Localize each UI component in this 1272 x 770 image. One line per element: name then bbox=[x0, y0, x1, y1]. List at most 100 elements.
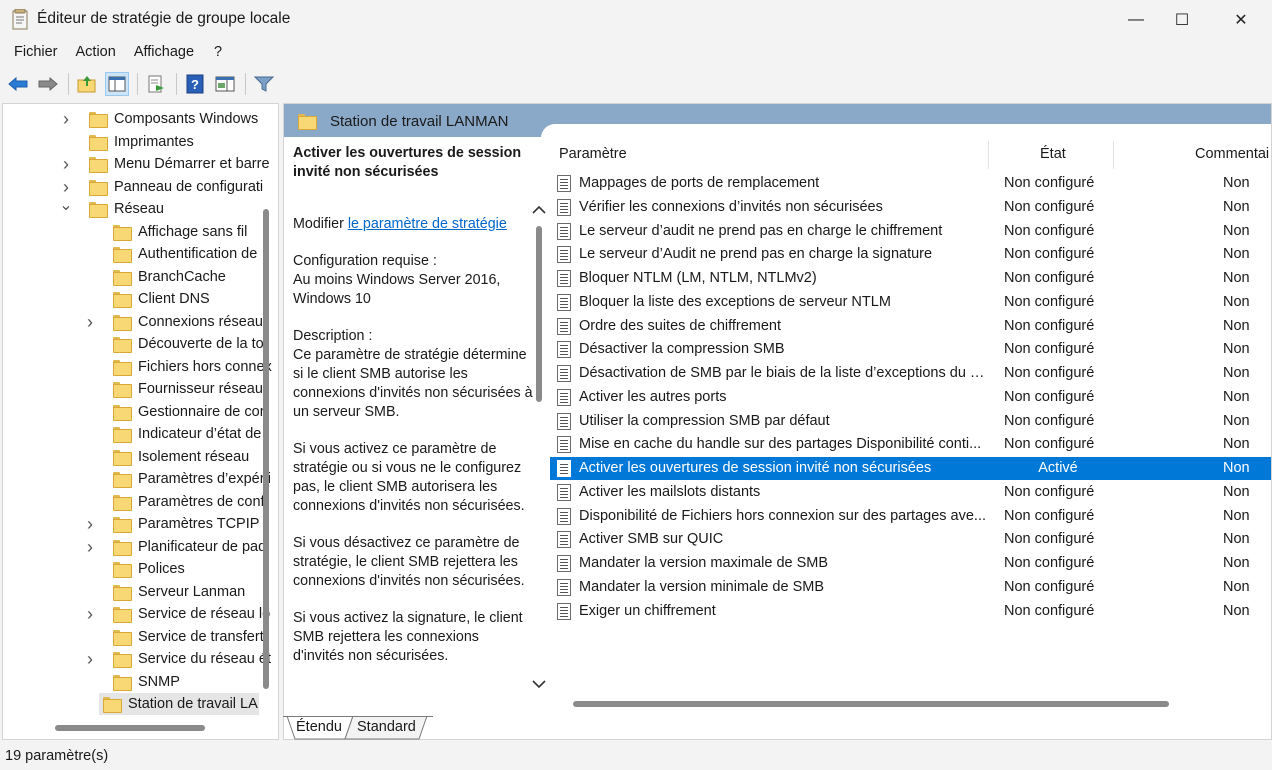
description-scrollbar-thumb[interactable] bbox=[536, 226, 542, 402]
chevron-right-icon[interactable]: › bbox=[83, 313, 97, 331]
edit-policy-line: Modifier le paramètre de stratégie bbox=[293, 215, 507, 232]
setting-row[interactable]: Ordre des suites de chiffrement Non confi… bbox=[550, 315, 1271, 338]
maximize-button[interactable]: ☐ bbox=[1159, 0, 1205, 40]
filter-button[interactable] bbox=[252, 72, 276, 96]
chevron-right-icon[interactable]: › bbox=[59, 155, 73, 173]
list-horizontal-scrollbar[interactable] bbox=[573, 701, 1169, 707]
tree-item[interactable]: Imprimantes bbox=[59, 131, 194, 153]
forward-button[interactable] bbox=[36, 72, 60, 96]
tree-item[interactable]: ⌄ Réseau bbox=[59, 198, 164, 220]
policy-setting-icon bbox=[557, 365, 571, 382]
setting-row[interactable]: Disponibilité de Fichiers hors connexion… bbox=[550, 505, 1271, 528]
chevron-right-icon[interactable]: › bbox=[83, 538, 97, 556]
menu-help[interactable]: ? bbox=[204, 42, 232, 66]
maximize-icon: ☐ bbox=[1174, 12, 1190, 29]
setting-row[interactable]: Activer les mailslots distants Non config… bbox=[550, 481, 1271, 504]
folder-icon bbox=[113, 247, 132, 263]
minimize-button[interactable]: — bbox=[1113, 0, 1159, 40]
up-folder-button[interactable] bbox=[75, 72, 99, 96]
close-button[interactable]: ✕ bbox=[1218, 0, 1264, 40]
tree-item[interactable]: Station de travail LA bbox=[99, 693, 259, 715]
show-hide-tree-button[interactable] bbox=[105, 72, 129, 96]
tree-item[interactable]: SNMP bbox=[83, 671, 180, 693]
tree-item[interactable]: Paramètres d’expérii bbox=[83, 468, 271, 490]
tree-item[interactable]: Fournisseur réseau bbox=[83, 378, 263, 400]
tree-pane[interactable]: › Composants Windows Imprimantes › Menu Déma… bbox=[2, 103, 279, 740]
details-header-title: Station de travail LANMAN bbox=[330, 113, 509, 130]
description-paragraph-4: Si vous activez la signature, le client … bbox=[293, 610, 523, 664]
column-separator[interactable] bbox=[988, 141, 989, 169]
tree-item[interactable]: Polices bbox=[83, 558, 185, 580]
help-button[interactable]: ? bbox=[183, 72, 207, 96]
column-separator[interactable] bbox=[1113, 141, 1114, 169]
folder-icon bbox=[113, 382, 132, 398]
filter-icon bbox=[254, 76, 274, 92]
setting-row[interactable]: Activer SMB sur QUIC Non configuré Non bbox=[550, 528, 1271, 551]
chevron-right-icon[interactable]: › bbox=[59, 110, 73, 128]
tree-item[interactable]: › Service du réseau ét bbox=[83, 648, 271, 670]
description-scroll-down-button[interactable] bbox=[531, 676, 547, 692]
menu-action[interactable]: Action bbox=[68, 42, 126, 66]
setting-row[interactable]: Activer les autres ports Non configuré Non bbox=[550, 386, 1271, 409]
tree-item[interactable]: Client DNS bbox=[83, 288, 210, 310]
tree-item[interactable]: Affichage sans fil bbox=[83, 221, 247, 243]
back-button[interactable] bbox=[6, 72, 30, 96]
setting-row[interactable]: Le serveur d’audit ne prend pas en charg… bbox=[550, 220, 1271, 243]
tab-standard[interactable]: Standard bbox=[357, 716, 416, 740]
tree-item[interactable]: › Menu Démarrer et barre bbox=[59, 153, 270, 175]
edit-policy-link[interactable]: le paramètre de stratégie bbox=[348, 216, 507, 232]
setting-row[interactable]: Vérifier les connexions d’invités non sé… bbox=[550, 196, 1271, 219]
tree-item[interactable]: › Service de réseau lo bbox=[83, 603, 270, 625]
tree-item-label: Imprimantes bbox=[114, 133, 194, 150]
setting-row[interactable]: Bloquer NTLM (LM, NTLM, NTLMv2) Non confi… bbox=[550, 267, 1271, 290]
setting-row[interactable]: Mandater la version maximale de SMB Non c… bbox=[550, 552, 1271, 575]
setting-row[interactable]: Utiliser la compression SMB par défaut No… bbox=[550, 410, 1271, 433]
tree-horizontal-scrollbar[interactable] bbox=[55, 725, 205, 731]
tree-item[interactable]: Serveur Lanman bbox=[83, 581, 245, 603]
column-header-setting[interactable]: Paramètre bbox=[559, 137, 627, 171]
tree-item[interactable]: › Planificateur de paq bbox=[83, 536, 266, 558]
show-hide-tree-icon bbox=[108, 76, 126, 92]
folder-icon bbox=[113, 517, 132, 533]
setting-row[interactable]: Mappages de ports de remplacement Non con… bbox=[550, 172, 1271, 195]
setting-row[interactable]: Bloquer la liste des exceptions de serve… bbox=[550, 291, 1271, 314]
column-header-comment[interactable]: Commentai bbox=[1195, 137, 1269, 171]
chevron-right-icon[interactable]: › bbox=[83, 650, 97, 668]
export-list-button[interactable] bbox=[144, 72, 168, 96]
tree-item[interactable]: Authentification de bbox=[83, 243, 257, 265]
menu-fichier[interactable]: Fichier bbox=[0, 42, 68, 66]
tree-item[interactable]: Gestionnaire de cor bbox=[83, 401, 265, 423]
properties-pane-button[interactable] bbox=[213, 72, 237, 96]
tree-item[interactable]: › Paramètres TCPIP bbox=[83, 513, 259, 535]
setting-row[interactable]: Mise en cache du handle sur des partages… bbox=[550, 433, 1271, 456]
menu-affichage[interactable]: Affichage bbox=[126, 42, 204, 66]
chevron-right-icon[interactable]: › bbox=[59, 178, 73, 196]
chevron-right-icon[interactable]: › bbox=[83, 605, 97, 623]
forward-arrow-icon bbox=[38, 76, 58, 92]
tree-item[interactable]: Paramètres de confi bbox=[83, 491, 268, 513]
settings-list[interactable]: Paramètre État Commentai Mappages de por… bbox=[550, 137, 1271, 702]
tree-item-label: Panneau de configurati bbox=[114, 178, 264, 195]
tree-item[interactable]: BranchCache bbox=[83, 266, 226, 288]
setting-row[interactable]: Désactiver la compression SMB Non configu… bbox=[550, 338, 1271, 361]
tree-item[interactable]: › Connexions réseau bbox=[83, 311, 263, 333]
description-scroll-up-button[interactable] bbox=[531, 202, 547, 218]
tab-etendu[interactable]: Étendu bbox=[296, 716, 342, 740]
setting-row[interactable]: Activer les ouvertures de session invité… bbox=[550, 457, 1271, 480]
chevron-right-icon[interactable]: › bbox=[83, 515, 97, 533]
tree-item[interactable]: Isolement réseau bbox=[83, 446, 249, 468]
column-header-state[interactable]: État bbox=[1040, 137, 1066, 171]
tree-item[interactable]: Découverte de la to bbox=[83, 333, 264, 355]
tree-item-label: Client DNS bbox=[138, 291, 210, 307]
chevron-down-icon[interactable]: ⌄ bbox=[59, 198, 73, 214]
setting-row[interactable]: Le serveur d’Audit ne prend pas en charg… bbox=[550, 243, 1271, 266]
tree-item[interactable]: › Composants Windows bbox=[59, 108, 258, 130]
setting-row[interactable]: Désactivation de SMB par le biais de la … bbox=[550, 362, 1271, 385]
tree-item[interactable]: Indicateur d’état de bbox=[83, 423, 261, 445]
setting-row[interactable]: Exiger un chiffrement Non configuré Non bbox=[550, 600, 1271, 623]
tree-item[interactable]: › Panneau de configurati bbox=[59, 176, 263, 198]
tree-vertical-scrollbar[interactable] bbox=[263, 209, 269, 689]
tree-item[interactable]: Fichiers hors connex bbox=[83, 356, 272, 378]
setting-row[interactable]: Mandater la version minimale de SMB Non c… bbox=[550, 576, 1271, 599]
tree-item[interactable]: Service de transfert bbox=[83, 626, 264, 648]
